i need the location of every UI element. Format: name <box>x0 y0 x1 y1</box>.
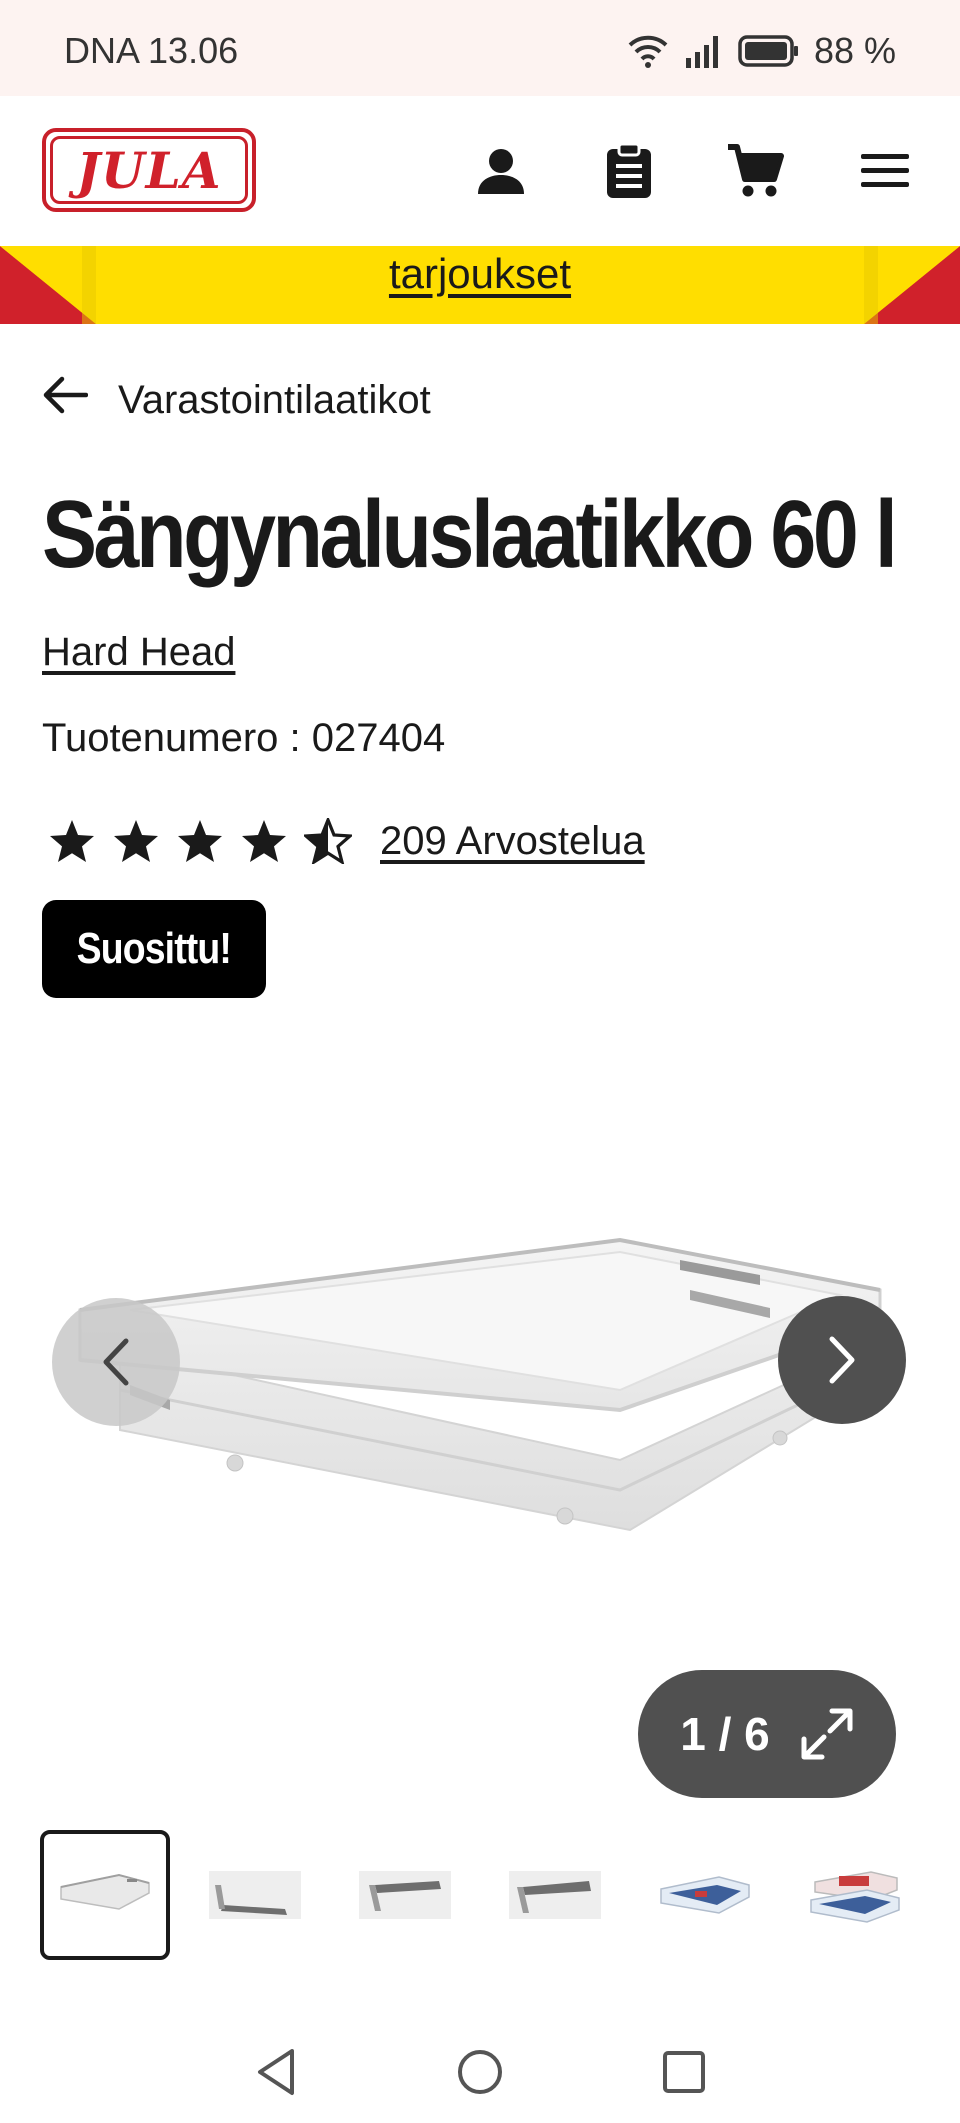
status-icons: 88 % <box>626 30 896 72</box>
rating[interactable]: 209 Arvostelua <box>48 818 645 864</box>
star-icon <box>114 820 158 862</box>
product-number: Tuotenumero : 027404 <box>42 716 446 760</box>
product-image[interactable] <box>60 1160 900 1620</box>
thumbnail-3[interactable] <box>340 1830 470 1960</box>
star-icon <box>50 820 94 862</box>
recent-apps-icon[interactable] <box>654 2042 714 2102</box>
rating-stars <box>48 818 352 864</box>
breadcrumb-label[interactable]: Varastointilaatikot <box>118 378 431 423</box>
back-icon[interactable] <box>246 2042 306 2102</box>
breadcrumb[interactable]: Varastointilaatikot <box>42 370 431 430</box>
thumbnail-6[interactable] <box>790 1830 920 1960</box>
logo-text: JULA <box>76 140 222 200</box>
previous-image-button[interactable] <box>52 1298 180 1426</box>
expand-icon <box>801 1708 853 1760</box>
gallery-counter-button[interactable]: 1 / 6 <box>638 1670 896 1798</box>
system-navigation-bar <box>0 2000 960 2123</box>
thumbnail-2[interactable] <box>190 1830 320 1960</box>
offers-banner[interactable]: tarjoukset <box>0 246 960 324</box>
chevron-left-icon <box>103 1338 129 1386</box>
thumbnail-4[interactable] <box>490 1830 620 1960</box>
cart-icon[interactable] <box>722 138 788 204</box>
popular-badge: Suosittu! <box>42 900 266 998</box>
home-icon[interactable] <box>450 2042 510 2102</box>
account-icon[interactable] <box>468 138 534 204</box>
carrier-time: DNA 13.06 <box>64 30 239 71</box>
next-image-button[interactable] <box>778 1296 906 1424</box>
offers-link[interactable]: tarjoukset <box>0 246 960 306</box>
shopping-list-icon[interactable] <box>596 138 662 204</box>
battery-level: 88 % <box>813 30 896 71</box>
status-bar: DNA 13.06 88 % <box>0 0 960 96</box>
reviews-link[interactable]: 209 Arvostelua <box>380 819 645 864</box>
menu-icon[interactable] <box>852 138 918 204</box>
product-gallery: 1 / 6 <box>0 1060 960 1820</box>
thumbnail-strip <box>40 1830 920 1964</box>
back-arrow-icon[interactable] <box>42 375 89 425</box>
thumbnail-5[interactable] <box>640 1830 770 1960</box>
site-header: JULA <box>0 96 960 246</box>
brand-link[interactable]: Hard Head <box>42 630 235 675</box>
jula-logo[interactable]: JULA <box>42 128 256 212</box>
half-star-icon <box>304 818 352 864</box>
signal-icon <box>684 34 724 68</box>
product-title: Sängynaluslaatikko 60 l <box>42 481 898 588</box>
image-counter: 1 / 6 <box>680 1708 770 1760</box>
thumbnail-1[interactable] <box>40 1830 170 1960</box>
star-icon <box>242 820 286 862</box>
star-icon <box>178 820 222 862</box>
chevron-right-icon <box>829 1336 855 1384</box>
badge-label: Suosittu! <box>76 924 232 973</box>
wifi-icon <box>626 33 670 69</box>
battery-icon <box>738 34 800 68</box>
